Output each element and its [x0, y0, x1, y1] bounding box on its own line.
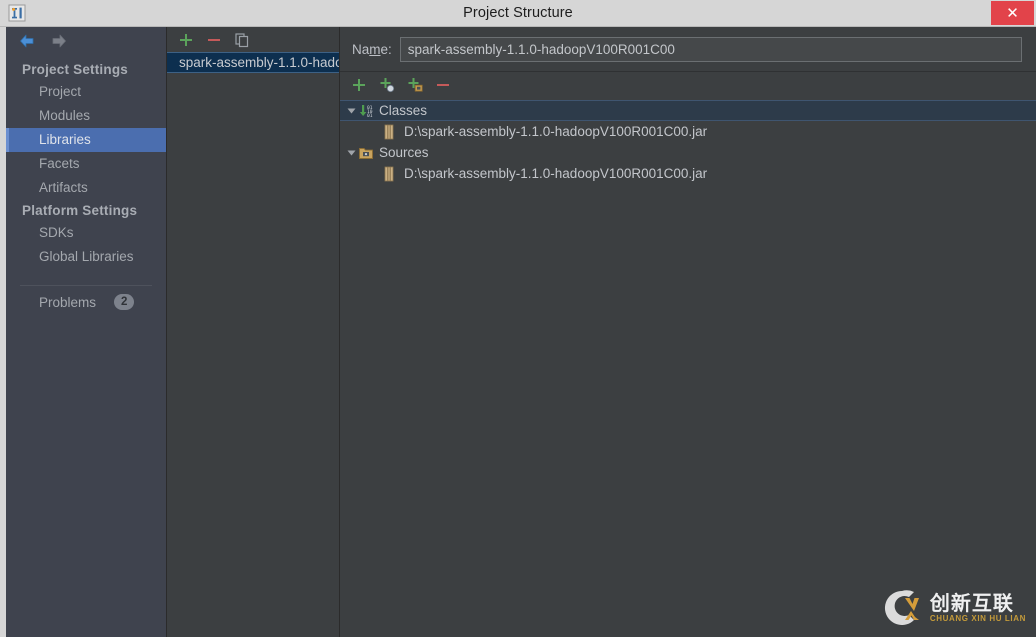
attach-sources-button[interactable]	[407, 77, 423, 93]
title-bar: Project Structure ✕	[0, 0, 1036, 27]
watermark: 创新互联 CHUANG XIN HU LIAN	[881, 587, 1026, 629]
detail-toolbar	[340, 72, 1036, 98]
project-structure-dialog: Project Structure ✕ Project Settings Pro…	[0, 0, 1036, 637]
name-field-label: Name:	[352, 42, 392, 57]
svg-text:01: 01	[367, 113, 373, 119]
cx-logo-icon	[884, 590, 919, 625]
arrow-left-icon[interactable]	[18, 33, 36, 49]
close-icon: ✕	[1006, 4, 1019, 22]
sources-folder-icon	[359, 147, 373, 159]
sidebar-item-artifacts[interactable]: Artifacts	[6, 176, 166, 200]
library-name-label: spark-assembly-1.1.0-hadoopV100R001C00	[179, 55, 339, 70]
navigation-arrows	[6, 27, 166, 55]
window-title: Project Structure	[463, 5, 573, 21]
library-name-input[interactable]	[399, 37, 1022, 62]
sidebar-item-global-libraries[interactable]: Global Libraries	[6, 245, 166, 269]
tree-node-label: D:\spark-assembly-1.1.0-hadoopV100R001C0…	[404, 124, 708, 139]
sidebar-group-project-settings: Project Settings	[22, 62, 128, 77]
tree-node-label: D:\spark-assembly-1.1.0-hadoopV100R001C0…	[404, 166, 708, 181]
sidebar-item-libraries[interactable]: Libraries	[6, 128, 166, 152]
arrow-right-icon	[52, 34, 66, 48]
dialog-body: Project Settings Project Modules Librari…	[0, 27, 1036, 637]
sidebar-item-problems[interactable]: Problems 2	[6, 286, 166, 313]
tree-node-label: Sources	[379, 145, 429, 160]
sidebar-item-project[interactable]: Project	[6, 80, 166, 104]
sidebar-item-modules[interactable]: Modules	[6, 104, 166, 128]
sidebar-item-sdks[interactable]: SDKs	[6, 221, 166, 245]
close-window-button[interactable]: ✕	[991, 1, 1034, 25]
intellij-idea-icon	[6, 3, 28, 23]
remove-path-button[interactable]	[435, 77, 451, 93]
name-row: Name:	[340, 27, 1036, 62]
jar-icon	[384, 166, 394, 181]
tree-row[interactable]: D:\spark-assembly-1.1.0-hadoopV100R001C0…	[340, 163, 1036, 184]
library-paths-tree: 01 10 01 Classes D:\spark-assembly-1.1.0…	[340, 98, 1036, 184]
add-library-button[interactable]	[178, 32, 194, 48]
tree-row[interactable]: D:\spark-assembly-1.1.0-hadoopV100R001C0…	[340, 121, 1036, 142]
sidebar-list: Project Settings Project Modules Librari…	[6, 55, 166, 313]
add-jar-directory-button[interactable]	[379, 77, 395, 93]
watermark-pinyin-text: CHUANG XIN HU LIAN	[929, 614, 1026, 623]
classes-icon: 01 10 01	[359, 104, 373, 119]
watermark-chinese-text: 创新互联	[929, 591, 1014, 615]
chevron-down-icon[interactable]	[344, 104, 358, 118]
sidebar-item-facets[interactable]: Facets	[6, 152, 166, 176]
library-toolbar	[167, 27, 339, 52]
sidebar-group-platform-settings: Platform Settings	[22, 203, 138, 218]
settings-sidebar: Project Settings Project Modules Librari…	[6, 27, 166, 637]
library-list: spark-assembly-1.1.0-hadoopV100R001C00	[167, 52, 339, 637]
jar-icon	[384, 124, 394, 139]
copy-library-button[interactable]	[234, 32, 250, 48]
chevron-down-icon[interactable]	[344, 146, 358, 160]
tree-row[interactable]: 01 10 01 Classes	[340, 100, 1036, 121]
list-item[interactable]: spark-assembly-1.1.0-hadoopV100R001C00	[167, 52, 339, 73]
library-detail-panel: Name: spark-assembly-1.1.0-hadoopV100R00…	[340, 27, 1036, 637]
add-path-button[interactable]	[351, 77, 367, 93]
tree-node-label: Classes	[379, 103, 428, 118]
remove-library-button[interactable]	[206, 32, 222, 48]
problems-count-badge: 2	[114, 294, 135, 310]
tree-row[interactable]: Sources	[340, 142, 1036, 163]
problems-label: Problems	[39, 294, 97, 310]
library-list-panel: spark-assembly-1.1.0-hadoopV100R001C00	[166, 27, 340, 637]
